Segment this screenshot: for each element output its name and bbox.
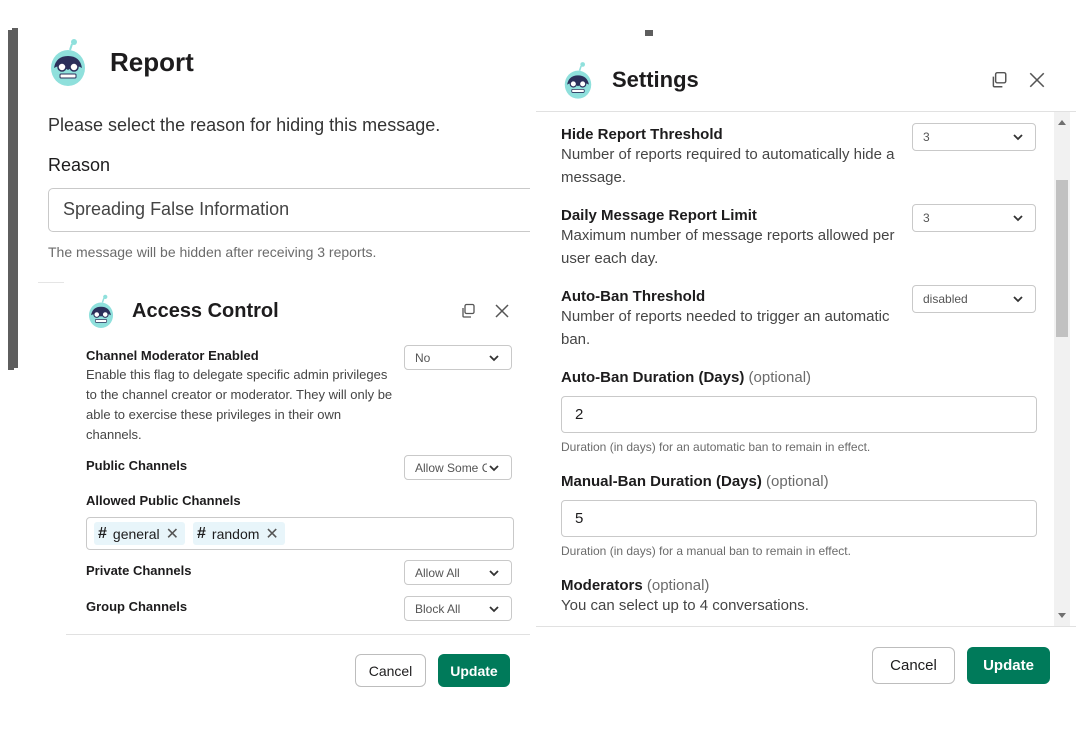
public-channels-select[interactable]: Allow Some Ch (404, 455, 512, 480)
auto-ban-threshold-select[interactable]: disabled (912, 285, 1036, 313)
manual-ban-duration-setting: Manual-Ban Duration (Days) (optional) (561, 473, 829, 490)
chevron-down-icon (489, 605, 499, 612)
private-channels-setting: Private Channels Allow All (86, 560, 512, 585)
auto-ban-threshold-value: disabled (923, 292, 968, 306)
daily-report-limit-select[interactable]: 3 (912, 204, 1036, 232)
channel-chip: # general ✕ (94, 522, 186, 545)
optional-tag: (optional) (766, 473, 829, 490)
channel-moderator-setting: Channel Moderator Enabled Enable this fl… (86, 345, 512, 445)
robot-avatar-icon (51, 39, 85, 86)
scrollbar-thumb[interactable] (1056, 180, 1068, 337)
cancel-button[interactable]: Cancel (872, 647, 955, 684)
manual-ban-duration-input[interactable]: 5 (561, 500, 1037, 537)
chevron-down-icon (1013, 296, 1023, 303)
auto-ban-duration-hint: Duration (in days) for an automatic ban … (561, 440, 871, 454)
private-channels-value: Allow All (415, 565, 460, 580)
robot-avatar-icon (564, 62, 592, 99)
moderators-label: Moderators (optional) (561, 577, 961, 594)
daily-report-limit-value: 3 (923, 211, 930, 225)
settings-footer-divider (536, 626, 1076, 627)
channel-moderator-select[interactable]: No (404, 345, 512, 370)
auto-ban-duration-label: Auto-Ban Duration (Days) (optional) (561, 369, 811, 386)
access-control-modal: Access Control Channel Moderator Enabled… (66, 278, 530, 704)
cancel-button[interactable]: Cancel (355, 654, 426, 687)
manual-ban-duration-hint: Duration (in days) for a manual ban to r… (561, 544, 851, 558)
manual-ban-duration-label: Manual-Ban Duration (Days) (optional) (561, 473, 829, 490)
hide-report-threshold-value: 3 (923, 130, 930, 144)
auto-ban-duration-label-text: Auto-Ban Duration (Days) (561, 369, 745, 386)
hide-report-threshold-label: Hide Report Threshold (561, 126, 723, 143)
group-channels-setting: Group Channels Block All (86, 596, 512, 621)
settings-header: Settings (564, 61, 1046, 99)
reason-select[interactable]: Spreading False Information (48, 188, 568, 232)
auto-ban-threshold-label: Auto-Ban Threshold (561, 288, 706, 305)
auto-ban-duration-input[interactable]: 2 (561, 396, 1037, 433)
auto-ban-threshold-setting: Auto-Ban Threshold Number of reports nee… (561, 285, 1036, 351)
access-control-title: Access Control (132, 299, 279, 322)
hide-report-threshold-description: Number of reports required to automatica… (561, 146, 895, 186)
settings-scrollbar[interactable] (1054, 112, 1070, 626)
optional-tag: (optional) (646, 577, 710, 594)
hash-icon: # (98, 524, 107, 542)
update-button[interactable]: Update (967, 647, 1050, 684)
allowed-public-channels-label: Allowed Public Channels (86, 493, 241, 508)
scroll-down-arrow[interactable] (1058, 613, 1066, 618)
public-channels-value: Allow Some Ch (415, 460, 487, 475)
auto-ban-duration-setting: Auto-Ban Duration (Days) (optional) (561, 369, 811, 386)
hide-report-threshold-select[interactable]: 3 (912, 123, 1036, 151)
channel-chip-label: general (112, 525, 160, 542)
chevron-down-icon (489, 354, 499, 361)
remove-x-icon[interactable]: ✕ (265, 524, 278, 544)
report-header: Report (50, 38, 194, 86)
remove-x-icon[interactable]: ✕ (166, 524, 179, 544)
channel-chip-label: random (211, 525, 260, 542)
copy-icon[interactable] (460, 303, 476, 319)
report-prompt: Please select the reason for hiding this… (48, 115, 441, 135)
public-channels-setting: Public Channels Allow Some Ch (86, 455, 512, 480)
allowed-public-channels-input[interactable]: # general ✕ # random ✕ (86, 517, 514, 550)
robot-avatar-icon (88, 294, 114, 328)
daily-report-limit-label: Daily Message Report Limit (561, 207, 757, 224)
chevron-down-icon (1013, 215, 1023, 222)
settings-body: Hide Report Threshold Number of reports … (536, 112, 1076, 626)
daily-report-limit-setting: Daily Message Report Limit Maximum numbe… (561, 204, 1036, 270)
hide-report-threshold-setting: Hide Report Threshold Number of reports … (561, 123, 1036, 189)
reason-label: Reason (48, 155, 111, 175)
moderators-description: You can select up to 4 conversations. (561, 597, 809, 614)
hash-icon: # (197, 524, 206, 542)
report-hint: The message will be hidden after receivi… (48, 244, 377, 260)
chevron-down-icon (1013, 134, 1023, 141)
chevron-down-icon (489, 464, 499, 471)
close-icon[interactable] (1028, 71, 1046, 89)
scroll-up-arrow[interactable] (1058, 120, 1066, 125)
access-control-footer-divider (66, 634, 530, 635)
settings-modal: Settings Hide Report Threshold Number of… (536, 41, 1076, 704)
optional-tag: (optional) (748, 369, 812, 386)
channel-moderator-description: Enable this flag to delegate specific ad… (86, 367, 393, 442)
update-button[interactable]: Update (438, 654, 510, 687)
moderators-setting: Moderators (optional) You can select up … (561, 577, 961, 617)
auto-ban-threshold-description: Number of reports needed to trigger an a… (561, 308, 890, 348)
channel-chip: # random ✕ (193, 522, 285, 545)
settings-title: Settings (612, 67, 699, 92)
chevron-down-icon (489, 569, 499, 576)
copy-icon[interactable] (990, 71, 1008, 89)
allowed-public-channels-setting: Allowed Public Channels (86, 493, 512, 508)
private-channels-select[interactable]: Allow All (404, 560, 512, 585)
access-control-header: Access Control (88, 294, 510, 328)
moderators-label-text: Moderators (561, 577, 643, 594)
channel-moderator-value: No (415, 350, 431, 365)
manual-ban-duration-label-text: Manual-Ban Duration (Days) (561, 473, 762, 490)
report-title: Report (110, 46, 194, 77)
group-channels-select[interactable]: Block All (404, 596, 512, 621)
close-icon[interactable] (494, 303, 510, 319)
group-channels-value: Block All (415, 601, 461, 616)
daily-report-limit-description: Maximum number of message reports allowe… (561, 227, 895, 267)
